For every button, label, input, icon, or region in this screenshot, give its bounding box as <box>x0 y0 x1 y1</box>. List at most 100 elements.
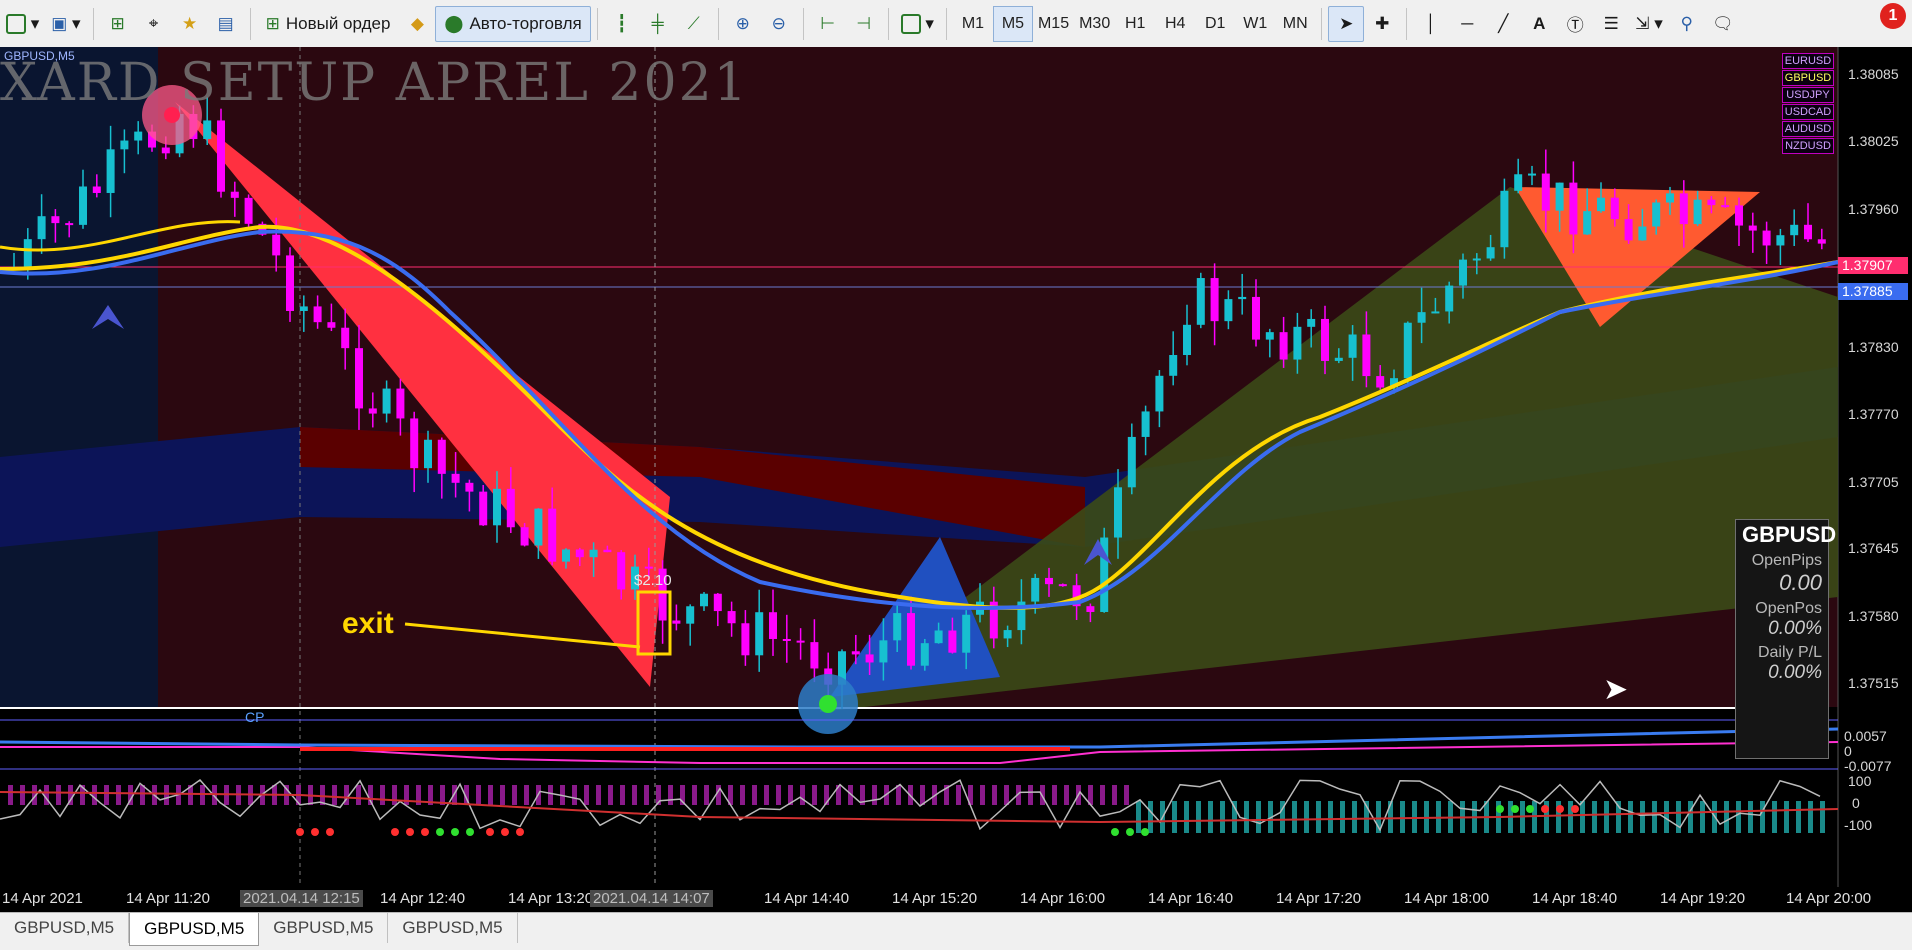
account-info-panel: GBPUSD OpenPips 0.00 OpenPos 0.00% Daily… <box>1735 519 1836 759</box>
histogram-bar <box>1292 801 1297 833</box>
timeframe-m1[interactable]: M1 <box>953 6 993 42</box>
signal-dot <box>1571 805 1579 813</box>
toolbar-separator <box>945 7 947 40</box>
histogram-bar <box>548 785 553 805</box>
histogram-bar <box>1352 801 1357 833</box>
vertical-line-icon: │ <box>1425 13 1437 33</box>
pair-tag-usdcad[interactable]: USDCAD <box>1782 104 1834 120</box>
histogram-bar <box>1784 801 1789 833</box>
profiles-button[interactable]: ▣ ▾ <box>45 6 86 42</box>
timeframe-w1[interactable]: W1 <box>1235 6 1275 42</box>
horizontal-line-button[interactable]: ─ <box>1449 6 1485 42</box>
trendline-icon: ╱ <box>1498 13 1509 33</box>
signal-dot <box>326 828 334 836</box>
fibonacci-button[interactable]: ☰ <box>1593 6 1629 42</box>
bid-price-tag: 1.37907 <box>1838 257 1908 274</box>
candle-body <box>713 593 722 612</box>
timeframe-m30[interactable]: M30 <box>1074 6 1115 42</box>
candle-body <box>120 140 129 150</box>
pair-tag-nzdusd[interactable]: NZDUSD <box>1782 138 1834 154</box>
histogram-bar <box>1004 785 1009 805</box>
candle-body <box>465 482 474 492</box>
chart-shift-button[interactable]: ⊣ <box>846 6 882 42</box>
chart-tab[interactable]: GBPUSD,M5 <box>0 913 130 943</box>
timeframe-m5[interactable]: M5 <box>992 5 1033 42</box>
candle-body <box>1376 376 1385 388</box>
search-button[interactable]: ⚲ <box>1669 6 1705 42</box>
market-watch-button[interactable]: ⊞ <box>100 6 136 42</box>
pair-tag-eurusd[interactable]: EURUSD <box>1782 53 1834 69</box>
objects-button[interactable]: ⇲ ▾ <box>1629 6 1669 42</box>
histogram-bar <box>1760 801 1765 833</box>
signal-dot <box>501 828 509 836</box>
time-tick: 14 Apr 17:20 <box>1276 890 1362 907</box>
time-tick: 14 Apr 14:40 <box>764 890 850 907</box>
histogram-bar <box>812 785 817 805</box>
zoom-out-button[interactable]: ⊖ <box>761 6 797 42</box>
histogram-bar <box>956 785 961 805</box>
candle-body <box>134 131 143 141</box>
price-tick: 1.38025 <box>1848 133 1899 149</box>
candlestick-button[interactable]: ╪ <box>640 6 676 42</box>
chart-tab-active[interactable]: GBPUSD,M5 <box>129 913 260 946</box>
candle-body <box>244 197 253 224</box>
auto-trading-button[interactable]: ⬤ Авто-торговля <box>435 5 591 42</box>
histogram-bar <box>980 785 985 805</box>
histogram-bar <box>1772 801 1777 833</box>
new-chart-button[interactable]: ▾ <box>0 6 45 42</box>
timeframe-d1[interactable]: D1 <box>1195 6 1235 42</box>
pair-tag-gbpusd[interactable]: GBPUSD <box>1782 70 1834 86</box>
histogram-bar <box>164 785 169 805</box>
terminal-button[interactable]: ▤ <box>208 6 244 42</box>
text-label-button[interactable]: Ⓣ <box>1557 6 1593 42</box>
chat-button[interactable]: 🗨 <box>1705 6 1741 42</box>
histogram-bar <box>20 785 25 805</box>
chart-tab[interactable]: GBPUSD,M5 <box>388 913 518 943</box>
pair-tag-usdjpy[interactable]: USDJPY <box>1782 87 1834 103</box>
signal-dot <box>1511 805 1519 813</box>
pair-tag-audusd[interactable]: AUDUSD <box>1782 121 1834 137</box>
signal-dot <box>421 828 429 836</box>
candle-body <box>1127 436 1136 488</box>
candle-body <box>1541 173 1550 211</box>
candle-body <box>327 322 336 328</box>
notification-badge[interactable]: 1 <box>1880 3 1906 29</box>
zoom-in-button[interactable]: ⊕ <box>725 6 761 42</box>
signal-dot <box>516 828 524 836</box>
timeframe-h1[interactable]: H1 <box>1115 6 1155 42</box>
symbol-label: GBPUSD,M5 <box>4 49 75 63</box>
folder-star-icon: ★ <box>181 13 198 33</box>
histogram-bar <box>1340 801 1345 833</box>
open-pos-label: OpenPos <box>1755 600 1822 617</box>
cursor-tool-button[interactable]: ➤ <box>1328 5 1365 42</box>
navigator-button[interactable]: ⌖ <box>136 6 172 42</box>
line-chart-button[interactable]: ⟋ <box>676 6 712 42</box>
vertical-line-button[interactable]: │ <box>1413 6 1449 42</box>
histogram-bar <box>764 785 769 805</box>
crosshair-tool-button[interactable]: ✚ <box>1364 6 1400 42</box>
new-order-button[interactable]: ⊞ Новый ордер <box>257 6 400 42</box>
candle-body <box>479 491 488 526</box>
favorites-button[interactable]: ★ <box>172 6 208 42</box>
candle-body <box>1403 322 1412 379</box>
bar-chart-button[interactable]: ┇ <box>604 6 640 42</box>
auto-scroll-button[interactable]: ⊢ <box>810 6 846 42</box>
trendline-button[interactable]: ╱ <box>1485 6 1521 42</box>
candle-body <box>368 408 377 414</box>
text-tool-button[interactable]: A <box>1521 6 1557 42</box>
timeframe-mn[interactable]: MN <box>1275 6 1315 42</box>
histogram-bar <box>1208 801 1213 833</box>
timeframe-h4[interactable]: H4 <box>1155 6 1195 42</box>
histogram-bar <box>1148 801 1153 833</box>
indicators-button[interactable]: ▾ <box>895 6 940 42</box>
histogram-bar <box>392 785 397 805</box>
candle-body <box>161 147 170 154</box>
candle-body <box>1445 285 1454 312</box>
timeframe-m15[interactable]: M15 <box>1033 6 1074 42</box>
candle-body <box>769 612 777 639</box>
histogram-bar <box>1136 801 1141 833</box>
chart-tab[interactable]: GBPUSD,M5 <box>259 913 389 943</box>
meta-editor-button[interactable]: ◆ <box>399 6 435 42</box>
price-chart[interactable]: XARD SETUP APREL 2021 GBPUSD,M5 exit $2.… <box>0 47 1912 912</box>
signal-dot <box>296 828 304 836</box>
